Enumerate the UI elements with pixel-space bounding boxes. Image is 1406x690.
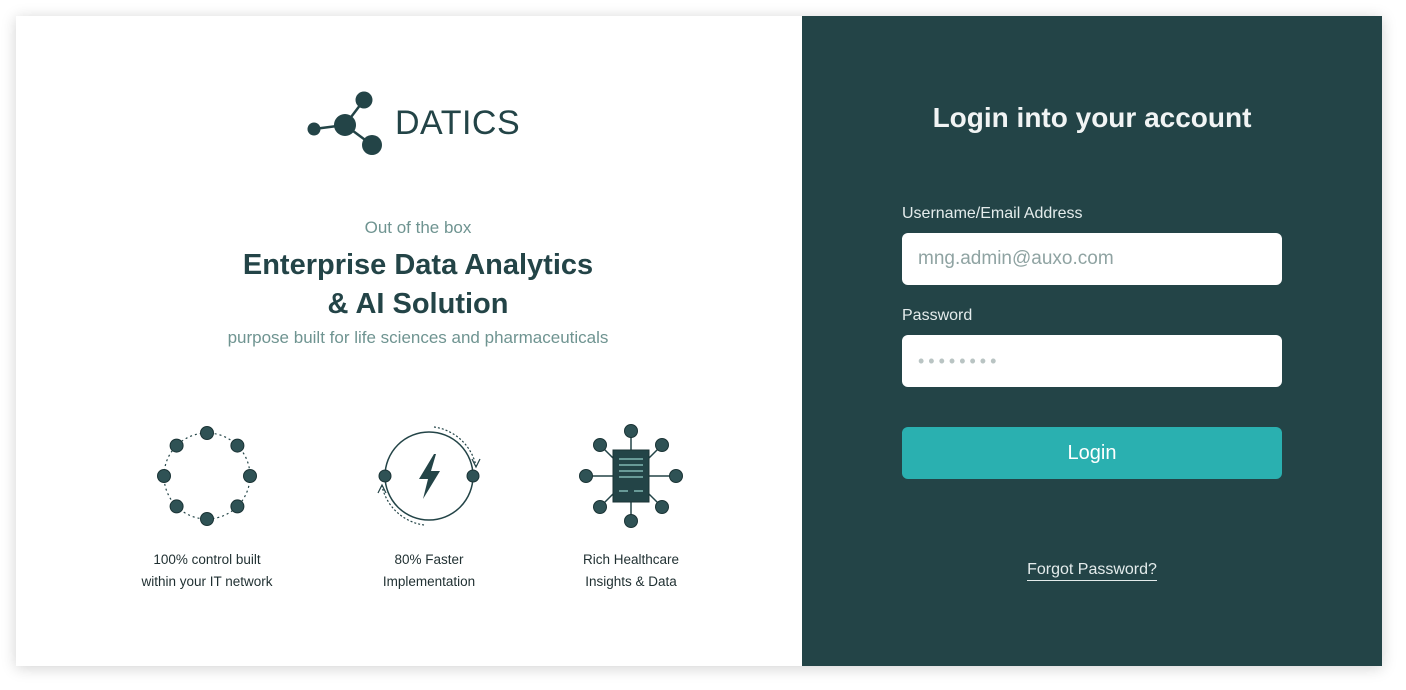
document-hub-icon: [579, 424, 683, 528]
login-panel: Login into your account Username/Email A…: [802, 16, 1382, 666]
feature-caption-line1: Rich Healthcare: [582, 552, 680, 567]
feature-it-control: 100% control built within your IT networ…: [107, 421, 307, 593]
feature-caption-line2: within your IT network: [141, 574, 273, 589]
feature-healthcare-insights: Rich Healthcare Insights & Data: [531, 421, 731, 593]
password-label: Password: [902, 307, 973, 324]
feature-caption-line1: 100% control built: [153, 552, 261, 567]
feature-caption-line2: Implementation: [382, 574, 476, 589]
forgot-password-link[interactable]: Forgot Password?: [1027, 561, 1157, 581]
login-button[interactable]: Login: [902, 427, 1282, 479]
marketing-panel: DATICS Out of the box Enterprise Data An…: [16, 16, 802, 666]
feature-faster-implementation: 80% Faster Implementation: [329, 421, 529, 593]
brand-logo: DATICS: [306, 90, 536, 160]
feature-caption-line1: 80% Faster: [394, 552, 464, 567]
lightning-cycle-icon: [377, 426, 481, 526]
feature-caption: 100% control built within your IT networ…: [107, 549, 307, 593]
password-input[interactable]: [902, 335, 1282, 387]
ring-network-icon: [157, 426, 257, 526]
brand-name: DATICS: [395, 104, 521, 142]
molecule-network-icon: [307, 91, 382, 155]
tagline-title-line2: & AI Solution: [327, 288, 509, 320]
feature-caption: 80% Faster Implementation: [329, 549, 529, 593]
tagline-subtitle: purpose built for life sciences and phar…: [227, 328, 609, 347]
login-title: Login into your account: [932, 102, 1252, 133]
feature-caption: Rich Healthcare Insights & Data: [531, 549, 731, 593]
tagline-title: Enterprise Data Analytics & AI Solution: [16, 246, 820, 324]
feature-caption-line2: Insights & Data: [585, 574, 677, 589]
login-card: DATICS Out of the box Enterprise Data An…: [16, 16, 1382, 666]
tagline-kicker: Out of the box: [364, 218, 472, 237]
forgot-password-container: Forgot Password?: [802, 561, 1382, 581]
tagline-title-line1: Enterprise Data Analytics: [242, 249, 594, 281]
username-label: Username/Email Address: [902, 205, 1083, 222]
username-input[interactable]: [902, 233, 1282, 285]
